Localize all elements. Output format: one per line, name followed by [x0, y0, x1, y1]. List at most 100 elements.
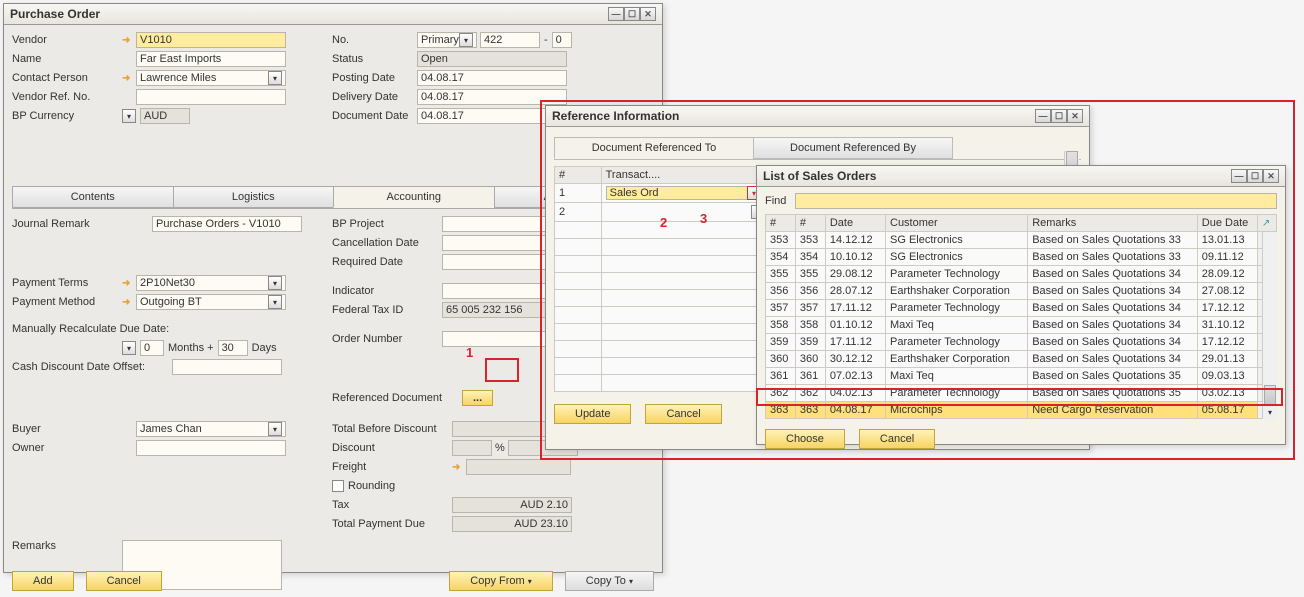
no-sub-field[interactable]: 0 — [552, 32, 572, 48]
update-button[interactable]: Update — [554, 404, 631, 424]
cancel-button[interactable]: Cancel — [645, 404, 721, 424]
name-field[interactable]: Far East Imports — [136, 51, 286, 67]
maximize-button[interactable]: ☐ — [624, 7, 640, 21]
po-title: Purchase Order — [10, 7, 100, 21]
dropdown-icon[interactable]: ▾ — [268, 71, 282, 85]
freight-field — [466, 459, 571, 475]
table-row[interactable]: 35735717.11.12Parameter TechnologyBased … — [766, 300, 1277, 317]
find-input[interactable] — [795, 193, 1277, 209]
total-label: Total Payment Due — [332, 518, 452, 530]
choose-button[interactable]: Choose — [765, 429, 845, 449]
bpproject-label: BP Project — [332, 218, 442, 230]
paymethod-field[interactable]: Outgoing BT▾ — [136, 294, 286, 310]
col-transaction: Transact.... — [601, 167, 769, 184]
link-arrow-icon[interactable]: ➜ — [122, 297, 136, 308]
table-row[interactable]: 35835801.10.12Maxi TeqBased on Sales Quo… — [766, 317, 1277, 334]
posting-field[interactable]: 04.08.17 — [417, 70, 567, 86]
minimize-button[interactable]: — — [1035, 109, 1051, 123]
vendor-field[interactable]: V1010 — [136, 32, 286, 48]
table-row[interactable]: 35635628.07.12Earthshaker CorporationBas… — [766, 283, 1277, 300]
cancel-button[interactable]: Cancel — [86, 571, 162, 591]
table-row[interactable]: 35535529.08.12Parameter TechnologyBased … — [766, 266, 1277, 283]
table-row[interactable]: 36136107.02.13Maxi TeqBased on Sales Quo… — [766, 368, 1277, 385]
copy-to-button[interactable]: Copy To ▾ — [565, 571, 654, 591]
delivery-label: Delivery Date — [332, 91, 417, 103]
name-label: Name — [12, 53, 122, 65]
ref-title-bar: Reference Information —☐✕ — [546, 106, 1089, 127]
link-arrow-icon[interactable]: ➜ — [122, 278, 136, 289]
maximize-button[interactable]: ☐ — [1247, 169, 1263, 183]
indicator-label: Indicator — [332, 285, 442, 297]
tax-label: Tax — [332, 499, 452, 511]
ordernum-label: Order Number — [332, 333, 442, 345]
po-title-bar: Purchase Order — ☐ ✕ — [4, 4, 662, 25]
copy-from-button[interactable]: Copy From ▾ — [449, 571, 552, 591]
total-field: AUD 23.10 — [452, 516, 572, 532]
dropdown-icon[interactable]: ▾ — [268, 295, 282, 309]
link-arrow-icon[interactable]: ➜ — [122, 35, 136, 46]
paymethod-label: Payment Method — [12, 296, 122, 308]
link-arrow-icon[interactable]: ➜ — [452, 462, 466, 473]
bpcurrency-field[interactable]: AUD — [140, 108, 190, 124]
cancel-date-label: Cancellation Date — [332, 237, 442, 249]
document-label: Document Date — [332, 110, 417, 122]
dropdown-icon[interactable]: ▾ — [122, 109, 136, 123]
table-row[interactable]: 35435410.10.12SG ElectronicsBased on Sal… — [766, 249, 1277, 266]
cancel-button[interactable]: Cancel — [859, 429, 935, 449]
close-button[interactable]: ✕ — [640, 7, 656, 21]
buyer-field[interactable]: James Chan▾ — [136, 421, 286, 437]
minimize-button[interactable]: — — [608, 7, 624, 21]
bpcurrency-label: BP Currency — [12, 110, 122, 122]
close-button[interactable]: ✕ — [1263, 169, 1279, 183]
cash-field[interactable] — [172, 359, 282, 375]
vendorref-label: Vendor Ref. No. — [12, 91, 122, 103]
payterms-field[interactable]: 2P10Net30▾ — [136, 275, 286, 291]
annotation-box-1 — [485, 358, 519, 382]
status-field: Open — [417, 51, 567, 67]
scroll-down-button[interactable]: ▾ — [1263, 405, 1277, 419]
rounding-checkbox[interactable] — [332, 480, 344, 492]
annotation-label-2: 2 — [660, 215, 667, 230]
col-num: # — [555, 167, 602, 184]
ref-tab-to[interactable]: Document Referenced To — [554, 137, 754, 159]
vendorref-field[interactable] — [136, 89, 286, 105]
journal-label: Journal Remark — [12, 218, 152, 230]
recalc-label: Manually Recalculate Due Date: — [12, 323, 169, 335]
find-label: Find — [765, 195, 795, 207]
owner-field[interactable] — [136, 440, 286, 456]
link-arrow-icon[interactable]: ➜ — [122, 73, 136, 84]
cash-label: Cash Discount Date Offset: — [12, 361, 172, 373]
fedtax-label: Federal Tax ID — [332, 304, 442, 316]
payterms-label: Payment Terms — [12, 277, 122, 289]
list-title-bar: List of Sales Orders —☐✕ — [757, 166, 1285, 187]
ref-tab-by[interactable]: Document Referenced By — [753, 137, 953, 159]
no-type-field[interactable]: Primary▾ — [417, 32, 477, 48]
journal-field[interactable]: Purchase Orders - V1010 — [152, 216, 302, 232]
months-field[interactable]: 0 — [140, 340, 164, 356]
table-row[interactable]: 35935917.11.12Parameter TechnologyBased … — [766, 334, 1277, 351]
dropdown-icon[interactable]: ▾ — [459, 33, 473, 47]
tab-accounting[interactable]: Accounting — [333, 186, 495, 208]
close-button[interactable]: ✕ — [1067, 109, 1083, 123]
annotation-label-1: 1 — [466, 345, 473, 360]
expand-icon[interactable]: ↗ — [1262, 218, 1270, 229]
no-value-field[interactable]: 422 — [480, 32, 540, 48]
dropdown-icon[interactable]: ▾ — [122, 341, 136, 355]
add-button[interactable]: Add — [12, 571, 74, 591]
contact-label: Contact Person — [12, 72, 122, 84]
maximize-button[interactable]: ☐ — [1051, 109, 1067, 123]
refdoc-button[interactable]: ... — [462, 390, 493, 406]
days-field[interactable]: 30 — [218, 340, 248, 356]
ref-title: Reference Information — [552, 109, 679, 123]
tab-logistics[interactable]: Logistics — [173, 186, 335, 208]
dropdown-icon[interactable]: ▾ — [268, 276, 282, 290]
discount-pct-field[interactable] — [452, 440, 492, 456]
minimize-button[interactable]: — — [1231, 169, 1247, 183]
tax-field: AUD 2.10 — [452, 497, 572, 513]
tab-contents[interactable]: Contents — [12, 186, 174, 208]
table-row[interactable]: 36036030.12.12Earthshaker CorporationBas… — [766, 351, 1277, 368]
rounding-label: Rounding — [348, 480, 395, 492]
contact-field[interactable]: Lawrence Miles▾ — [136, 70, 286, 86]
table-row[interactable]: 35335314.12.12SG ElectronicsBased on Sal… — [766, 232, 1277, 249]
dropdown-icon[interactable]: ▾ — [268, 422, 282, 436]
